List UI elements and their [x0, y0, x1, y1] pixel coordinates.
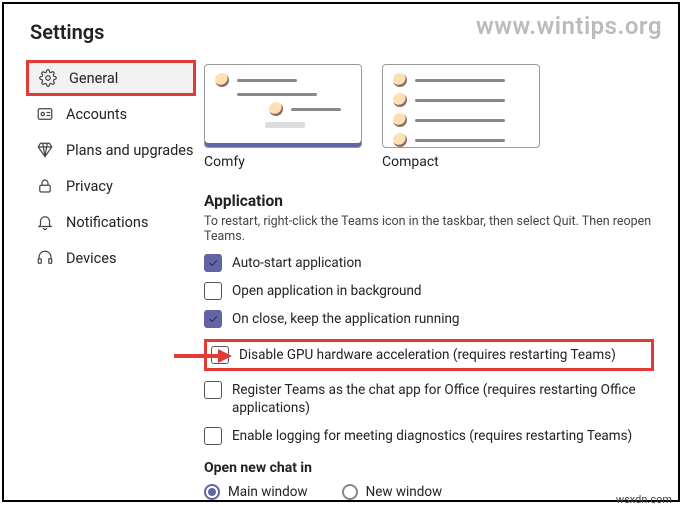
- layout-preview-compact[interactable]: [382, 64, 540, 148]
- layout-preview-row: Comfy Compact: [204, 64, 660, 170]
- lock-icon: [36, 177, 54, 195]
- accounts-icon: [36, 105, 54, 123]
- option-enable-logging[interactable]: Enable logging for meeting diagnostics (…: [204, 427, 660, 445]
- option-label: Enable logging for meeting diagnostics (…: [232, 427, 632, 445]
- sidebar-item-label: Devices: [66, 250, 116, 267]
- option-open-background[interactable]: Open application in background: [204, 282, 660, 300]
- option-label: Disable GPU hardware acceleration (requi…: [239, 346, 616, 364]
- sidebar-item-devices[interactable]: Devices: [26, 240, 196, 276]
- radio-label: New window: [366, 484, 443, 500]
- headset-icon: [36, 249, 54, 267]
- option-label: On close, keep the application running: [232, 310, 460, 328]
- option-label: Open application in background: [232, 282, 422, 300]
- settings-sidebar: General Accounts Plans and upgrades Priv…: [4, 60, 204, 500]
- option-disable-gpu[interactable]: Disable GPU hardware acceleration (requi…: [204, 339, 654, 371]
- option-register-chat-app[interactable]: Register Teams as the chat app for Offic…: [204, 381, 660, 417]
- section-open-chat-heading: Open new chat in: [204, 460, 660, 476]
- footer-tag: wsxdn.com: [616, 493, 672, 506]
- gear-icon: [39, 69, 57, 87]
- sidebar-item-accounts[interactable]: Accounts: [26, 96, 196, 132]
- sidebar-item-privacy[interactable]: Privacy: [26, 168, 196, 204]
- sidebar-item-plans[interactable]: Plans and upgrades: [26, 132, 196, 168]
- option-auto-start[interactable]: Auto-start application: [204, 254, 660, 272]
- watermark-text: www.wintips.org: [476, 12, 662, 40]
- section-application-heading: Application: [204, 192, 660, 210]
- sidebar-item-label: Accounts: [66, 106, 127, 123]
- preview-label-comfy: Comfy: [204, 154, 362, 170]
- sidebar-item-label: Privacy: [66, 178, 113, 195]
- radio-new-window[interactable]: New window: [342, 484, 443, 500]
- radio-label: Main window: [228, 484, 308, 500]
- radio-icon: [204, 484, 220, 500]
- option-label: Register Teams as the chat app for Offic…: [232, 381, 660, 417]
- option-on-close-keep-running[interactable]: On close, keep the application running: [204, 310, 660, 328]
- preview-label-compact: Compact: [382, 154, 540, 170]
- sidebar-item-general[interactable]: General: [26, 60, 196, 96]
- checkbox-icon[interactable]: [204, 254, 222, 272]
- sidebar-item-label: General: [69, 70, 118, 87]
- application-hint: To restart, right-click the Teams icon i…: [204, 214, 660, 244]
- bell-icon: [36, 213, 54, 231]
- radio-main-window[interactable]: Main window: [204, 484, 308, 500]
- checkbox-icon[interactable]: [204, 381, 222, 399]
- checkbox-icon[interactable]: [204, 310, 222, 328]
- radio-icon: [342, 484, 358, 500]
- option-label: Auto-start application: [232, 254, 362, 272]
- checkbox-icon[interactable]: [204, 282, 222, 300]
- checkbox-icon[interactable]: [204, 427, 222, 445]
- annotation-arrow-icon: [172, 346, 232, 366]
- diamond-icon: [36, 141, 54, 159]
- layout-preview-comfy[interactable]: [204, 64, 362, 148]
- sidebar-item-label: Notifications: [66, 214, 148, 231]
- sidebar-item-notifications[interactable]: Notifications: [26, 204, 196, 240]
- sidebar-item-label: Plans and upgrades: [66, 142, 193, 159]
